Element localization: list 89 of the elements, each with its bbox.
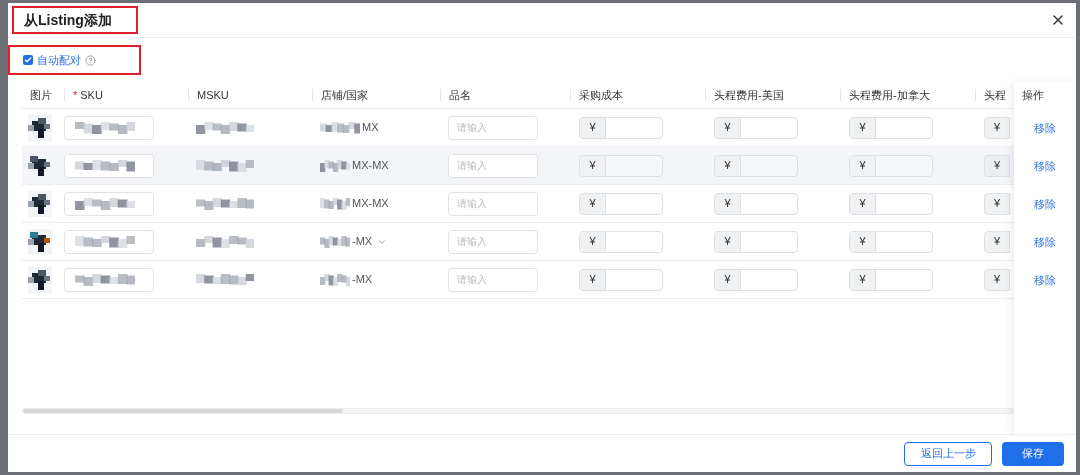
sku-field[interactable] [64, 153, 154, 178]
save-button[interactable]: 保存 [1002, 441, 1064, 466]
price-field[interactable]: ¥ [849, 230, 933, 253]
price-field[interactable]: ¥ [714, 268, 798, 291]
column-header: 头程费用-加拿大 [849, 87, 930, 103]
price-field[interactable]: ¥ [984, 268, 1010, 291]
price-field[interactable]: ¥ [849, 116, 933, 139]
price-field[interactable]: ¥ [579, 230, 663, 253]
price-field[interactable]: ¥ [849, 192, 933, 215]
column-header: 采购成本 [579, 87, 623, 103]
pixelated-redaction-drawing [196, 159, 254, 172]
currency-addon: ¥ [850, 117, 876, 138]
column-header: 图片 [30, 87, 52, 103]
column-header: MSKU [197, 87, 229, 103]
price-field[interactable]: ¥ [714, 116, 798, 139]
help-icon [85, 54, 96, 66]
currency-addon: ¥ [580, 155, 606, 176]
currency-addon: ¥ [580, 231, 606, 252]
currency-addon: ¥ [715, 231, 741, 252]
pixelated-redaction-drawing [320, 235, 350, 248]
currency-addon: ¥ [715, 269, 741, 290]
price-field[interactable]: ¥ [579, 192, 663, 215]
currency-addon: ¥ [715, 193, 741, 214]
sku-field[interactable] [64, 229, 154, 254]
price-field[interactable]: ¥ [714, 154, 798, 177]
currency-addon: ¥ [850, 231, 876, 252]
column-header: 操作 [1022, 88, 1044, 104]
back-button[interactable]: 返回上一步 [904, 441, 992, 466]
price-field[interactable]: ¥ [984, 192, 1010, 215]
pixelated-redaction-drawing [196, 235, 254, 248]
pixelated-redaction-drawing [75, 235, 135, 248]
pixelated-redaction-drawing [320, 273, 350, 286]
column-header: SKU [80, 87, 103, 103]
currency-addon: ¥ [715, 155, 741, 176]
pixelated-redaction-drawing [320, 197, 350, 210]
remove-link[interactable]: 移除 [1034, 271, 1056, 289]
sku-field[interactable] [64, 191, 154, 216]
horizontal-scrollbar[interactable] [22, 408, 1014, 414]
currency-addon: ¥ [850, 155, 876, 176]
product-name-field[interactable]: 请输入 [448, 191, 538, 216]
column-header: 店铺/国家 [321, 87, 369, 103]
product-name-field[interactable]: 请输入 [448, 115, 538, 140]
remove-link[interactable]: 移除 [1034, 157, 1056, 175]
price-field[interactable]: ¥ [984, 230, 1010, 253]
price-field[interactable]: ¥ [984, 116, 1010, 139]
pixelated-redaction-drawing [320, 121, 360, 134]
pixelated-redaction-drawing [75, 273, 135, 286]
price-field[interactable]: ¥ [714, 230, 798, 253]
store-country: MX [362, 120, 379, 136]
price-field[interactable]: ¥ [714, 192, 798, 215]
column-header: 头程 [984, 87, 1006, 103]
price-field[interactable]: ¥ [849, 154, 933, 177]
store-country: MX-MX [352, 158, 389, 174]
sku-field[interactable] [64, 115, 154, 140]
price-field[interactable]: ¥ [579, 268, 663, 291]
pixelated-redaction-drawing [75, 197, 135, 210]
product-name-field[interactable]: 请输入 [448, 267, 538, 292]
column-header: 品名 [449, 87, 471, 103]
remove-link[interactable]: 移除 [1034, 119, 1056, 137]
checkbox[interactable] [23, 55, 33, 65]
store-country: MX-MX [352, 196, 389, 212]
currency-addon: ¥ [715, 117, 741, 138]
currency-addon: ¥ [580, 193, 606, 214]
price-field[interactable]: ¥ [849, 268, 933, 291]
column-header: 头程费用-美国 [714, 87, 784, 103]
product-name-field[interactable]: 请输入 [448, 153, 538, 178]
scrollbar-thumb[interactable] [23, 409, 343, 413]
checkbox-label: 自动配对 [37, 52, 81, 68]
remove-link[interactable]: 移除 [1034, 195, 1056, 213]
product-name-field[interactable]: 请输入 [448, 229, 538, 254]
pixelated-redaction-drawing [196, 273, 254, 286]
pixelated-redaction-drawing [75, 121, 135, 134]
dialog-title: 从Listing添加 [24, 10, 112, 30]
pixelated-redaction-drawing [196, 197, 254, 210]
store-country: -MX [352, 272, 373, 288]
currency-addon: ¥ [850, 269, 876, 290]
required-mark: * [73, 87, 78, 103]
currency-addon: ¥ [580, 117, 606, 138]
pixelated-redaction-drawing [196, 121, 254, 134]
pixelated-redaction-drawing [320, 159, 350, 172]
price-field[interactable]: ¥ [579, 116, 663, 139]
currency-addon: ¥ [580, 269, 606, 290]
price-field[interactable]: ¥ [984, 154, 1010, 177]
remove-link[interactable]: 移除 [1034, 233, 1056, 251]
price-field[interactable]: ¥ [579, 154, 663, 177]
pixelated-redaction-drawing [75, 159, 135, 172]
currency-addon: ¥ [850, 193, 876, 214]
sku-field[interactable] [64, 267, 154, 292]
store-country: -MX [352, 234, 373, 250]
